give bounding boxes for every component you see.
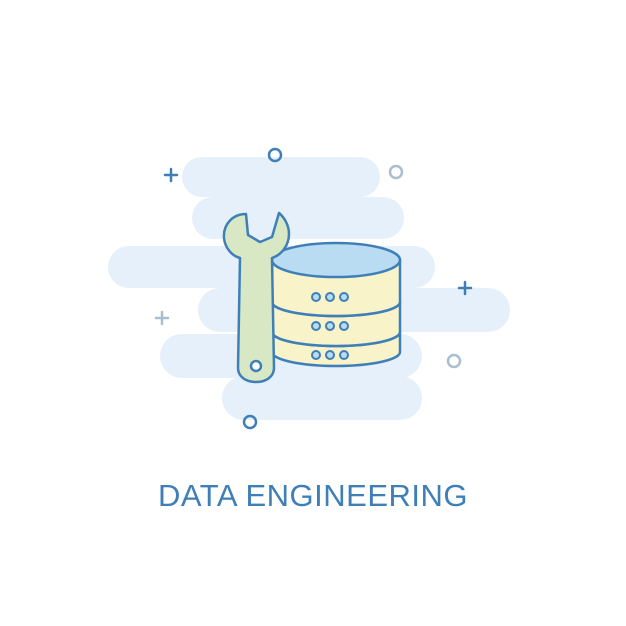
plus-decor-icon [163,167,179,183]
ring-decor-icon [388,164,404,180]
page-title: DATA ENGINEERING [157,478,468,513]
plus-decor-icon [154,310,170,326]
database-icon [270,241,402,368]
data-engineering-illustration [108,147,510,430]
ring-decor-icon [446,353,462,369]
